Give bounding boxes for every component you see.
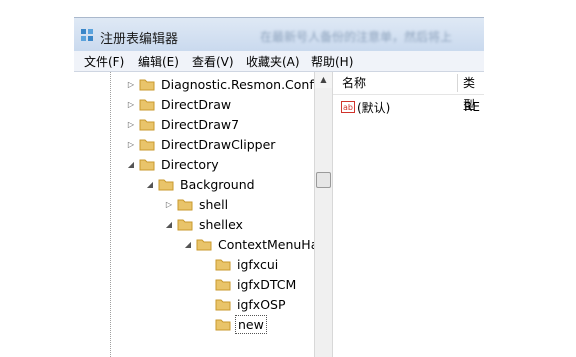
tree-node-label: shell <box>199 196 229 212</box>
folder-open-icon <box>177 219 193 231</box>
folder-icon <box>139 119 155 131</box>
folder-icon <box>215 299 231 311</box>
column-header-name[interactable]: 名称 <box>342 72 366 94</box>
menu-file[interactable]: 文件(F) <box>84 53 124 70</box>
values-pane: 名称 类型 ab (默认) RE <box>333 72 484 357</box>
folder-icon <box>215 319 231 331</box>
tree-guide-line <box>110 72 111 357</box>
tree-node-shell[interactable]: ▷ shell <box>164 194 230 214</box>
tree-node-new[interactable]: new <box>202 314 267 334</box>
folder-icon <box>177 199 193 211</box>
folder-icon <box>215 279 231 291</box>
tree-node-shellex[interactable]: ◢ shellex <box>164 214 245 234</box>
menu-help[interactable]: 帮助(H) <box>311 53 353 70</box>
registry-editor-window: 注册表编辑器 在最新号人备份的注意单，然后将上 文件(F) 编辑(E) 查看(V… <box>74 17 484 357</box>
tree-node-label: Diagnostic.Resmon.Config <box>161 76 314 92</box>
tree-node-igfxcui[interactable]: igfxcui <box>202 254 280 274</box>
menu-edit[interactable]: 编辑(E) <box>138 53 179 70</box>
value-type: RE <box>464 100 480 114</box>
tree-node-label: igfxDTCM <box>237 276 297 292</box>
tree-node-label: igfxcui <box>237 256 279 272</box>
column-header-type[interactable]: 类型 <box>463 72 484 112</box>
value-name: (默认) <box>357 100 391 115</box>
expand-icon[interactable]: ▷ <box>126 140 136 149</box>
tree-node-label: Directory <box>161 156 219 172</box>
tree-node-directdrawclipper[interactable]: ▷ DirectDrawClipper <box>126 134 277 154</box>
tree-node-label: igfxOSP <box>237 296 286 312</box>
folder-open-icon <box>196 239 212 251</box>
tree-node-label: DirectDraw <box>161 96 232 112</box>
collapse-icon[interactable]: ◢ <box>164 220 174 229</box>
tree-node-label: DirectDraw7 <box>161 116 240 132</box>
collapse-icon[interactable]: ◢ <box>145 180 155 189</box>
tree-node-label: ContextMenuHa <box>218 236 314 252</box>
expand-icon[interactable]: ▷ <box>164 200 174 209</box>
menu-bar: 文件(F) 编辑(E) 查看(V) 收藏夹(A) 帮助(H) <box>74 51 484 72</box>
tree-node-diagnostic[interactable]: ▷ Diagnostic.Resmon.Config <box>126 74 314 94</box>
blurred-caption: 在最新号人备份的注意单，然后将上 <box>260 30 453 44</box>
svg-text:ab: ab <box>343 103 353 112</box>
title-bar: 注册表编辑器 在最新号人备份的注意单，然后将上 <box>74 17 484 52</box>
tree-node-igfxosp[interactable]: igfxOSP <box>202 294 288 314</box>
value-row[interactable]: ab (默认) RE <box>341 98 480 116</box>
folder-open-icon <box>158 179 174 191</box>
menu-favorites[interactable]: 收藏夹(A) <box>246 53 300 70</box>
scroll-thumb[interactable] <box>316 172 331 188</box>
collapse-icon[interactable]: ◢ <box>183 240 193 249</box>
expand-icon[interactable]: ▷ <box>126 120 136 129</box>
registry-app-icon <box>81 29 93 41</box>
folder-icon <box>139 139 155 151</box>
folder-icon <box>139 99 155 111</box>
tree-node-background[interactable]: ◢ Background <box>145 174 257 194</box>
tree-node-directory[interactable]: ◢ Directory <box>126 154 221 174</box>
key-tree: ▷ Diagnostic.Resmon.Config ▷ DirectDraw … <box>74 72 314 357</box>
tree-node-label: new <box>235 314 267 334</box>
column-divider[interactable] <box>457 74 458 92</box>
expand-icon[interactable]: ▷ <box>126 80 136 89</box>
tree-scrollbar[interactable]: ▲ <box>314 72 333 357</box>
folder-icon <box>215 259 231 271</box>
folder-open-icon <box>139 159 155 171</box>
tree-node-label: Background <box>180 176 255 192</box>
tree-node-contextmenuhandlers[interactable]: ◢ ContextMenuHa <box>183 234 314 254</box>
folder-icon <box>139 79 155 91</box>
tree-node-directdraw[interactable]: ▷ DirectDraw <box>126 94 233 114</box>
scroll-up-icon[interactable]: ▲ <box>315 72 332 88</box>
collapse-icon[interactable]: ◢ <box>126 160 136 169</box>
string-value-icon: ab <box>341 101 355 113</box>
tree-node-label: shellex <box>199 216 243 232</box>
window-title: 注册表编辑器 <box>100 32 179 47</box>
tree-node-directdraw7[interactable]: ▷ DirectDraw7 <box>126 114 241 134</box>
expand-icon[interactable]: ▷ <box>126 100 136 109</box>
tree-node-label: DirectDrawClipper <box>161 136 276 152</box>
tree-node-igfxdtcm[interactable]: igfxDTCM <box>202 274 298 294</box>
menu-view[interactable]: 查看(V) <box>192 53 234 70</box>
